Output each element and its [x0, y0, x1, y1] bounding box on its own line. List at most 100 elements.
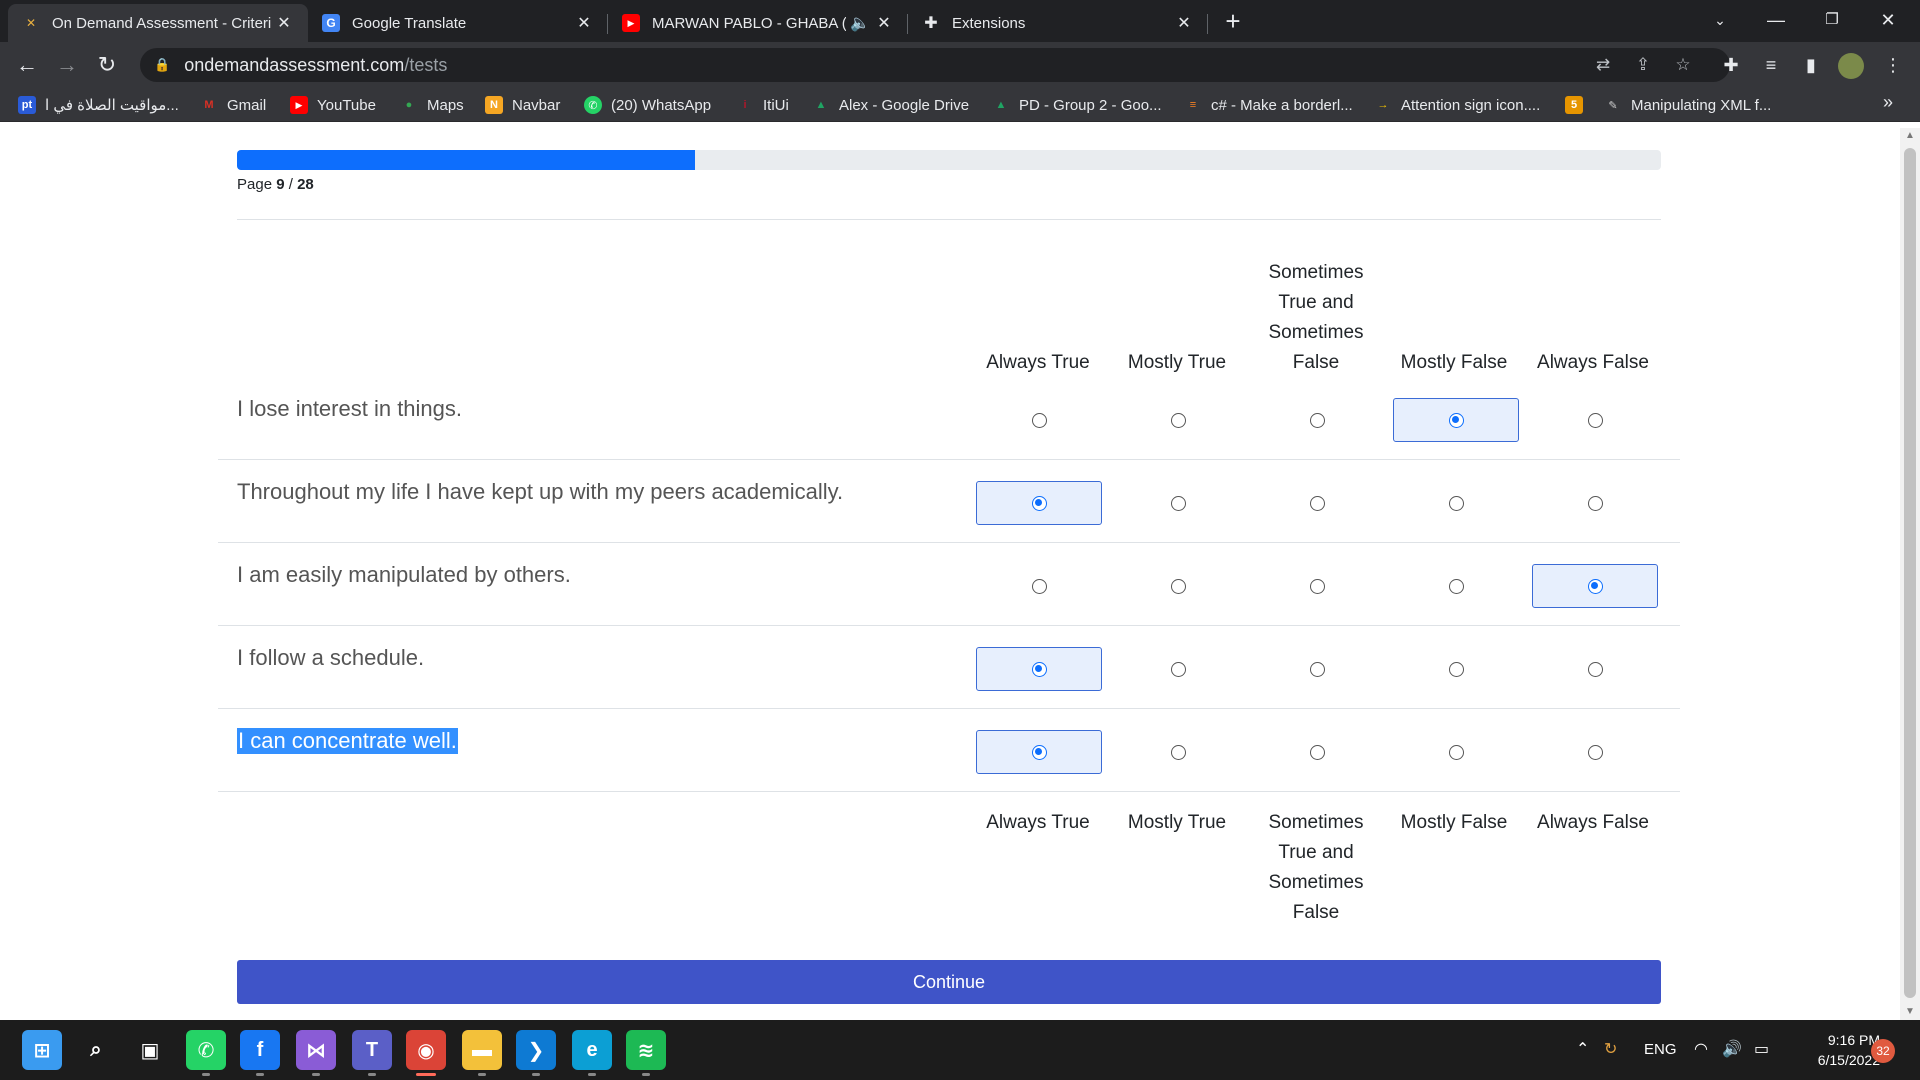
bookmark-itiui[interactable]: i ItiUi	[736, 94, 788, 116]
side-panel-icon[interactable]: ▮	[1796, 50, 1826, 80]
minimize-button[interactable]: —	[1748, 0, 1804, 40]
tab-youtube-music[interactable]: ▶ MARWAN PABLO - GHABA ( 🔈 ✕	[608, 4, 908, 42]
close-tab-icon[interactable]: ✕	[1174, 13, 1194, 33]
address-bar[interactable]: 🔒 ondemandassessment.com /tests ⇄ ⇪ ☆	[140, 48, 1730, 82]
radio-button[interactable]	[1031, 744, 1047, 760]
system-clock[interactable]: 9:16 PM 6/15/2022	[1780, 1030, 1880, 1070]
answer-option[interactable]	[1254, 647, 1380, 691]
volume-icon[interactable]: 🔊	[1722, 1020, 1742, 1080]
search-icon[interactable]: ⌕	[76, 1030, 116, 1070]
radio-button[interactable]	[1587, 412, 1603, 428]
tab-on-demand-assessment[interactable]: ✕ On Demand Assessment - Criteri ✕	[8, 4, 308, 42]
facebook-icon[interactable]: f	[240, 1030, 280, 1076]
radio-button[interactable]	[1448, 412, 1464, 428]
close-window-button[interactable]: ✕	[1860, 0, 1916, 40]
bookmark-star-icon[interactable]: ☆	[1668, 48, 1698, 82]
radio-button[interactable]	[1031, 495, 1047, 511]
answer-option[interactable]	[1254, 481, 1380, 525]
bookmark-prayer-times[interactable]: pt مواقيت الصلاة في ا...	[18, 94, 179, 116]
bookmark-gmail[interactable]: M Gmail	[200, 94, 266, 116]
answer-option[interactable]	[1532, 481, 1658, 525]
radio-button[interactable]	[1170, 578, 1186, 594]
answer-option[interactable]	[976, 730, 1102, 774]
continue-button[interactable]: Continue	[237, 960, 1661, 1004]
close-tab-icon[interactable]: ✕	[874, 13, 894, 33]
translate-icon[interactable]: ⇄	[1588, 48, 1618, 82]
vscode-icon[interactable]: ❯	[516, 1030, 556, 1076]
radio-button[interactable]	[1448, 495, 1464, 511]
answer-option[interactable]	[1393, 564, 1519, 608]
bookmark-manipulating-xml[interactable]: ✎ Manipulating XML f...	[1604, 94, 1771, 116]
bookmark-pd-group[interactable]: ▲ PD - Group 2 - Goo...	[992, 94, 1162, 116]
tab-google-translate[interactable]: G Google Translate ✕	[308, 4, 608, 42]
back-button[interactable]: ←	[12, 50, 42, 80]
task-view-icon[interactable]: ▣	[130, 1030, 170, 1070]
file-explorer-icon[interactable]: ▬	[462, 1030, 502, 1076]
bookmark-number-five[interactable]: 5	[1565, 94, 1592, 116]
answer-option[interactable]	[1254, 730, 1380, 774]
extensions-puzzle-icon[interactable]: ✚	[1716, 50, 1746, 80]
answer-option[interactable]	[1393, 647, 1519, 691]
answer-option[interactable]	[1393, 730, 1519, 774]
bookmark-whatsapp[interactable]: ✆ (20) WhatsApp	[584, 94, 711, 116]
chrome-icon[interactable]: ◉	[406, 1030, 446, 1076]
media-controls-icon[interactable]: ≡	[1756, 50, 1786, 80]
whatsapp-icon[interactable]: ✆	[186, 1030, 226, 1076]
answer-option[interactable]	[1115, 730, 1241, 774]
radio-button[interactable]	[1587, 744, 1603, 760]
radio-button[interactable]	[1587, 578, 1603, 594]
bookmark-maps[interactable]: ● Maps	[400, 94, 464, 116]
radio-button[interactable]	[1031, 661, 1047, 677]
answer-option[interactable]	[1532, 647, 1658, 691]
radio-button[interactable]	[1309, 661, 1325, 677]
language-indicator[interactable]: ENG	[1644, 1020, 1677, 1080]
restore-button[interactable]: ❐	[1804, 0, 1860, 40]
close-tab-icon[interactable]: ✕	[574, 13, 594, 33]
bookmark-alex-drive[interactable]: ▲ Alex - Google Drive	[812, 94, 970, 116]
show-hidden-icons-chevron-icon[interactable]: ⌃	[1576, 1020, 1589, 1080]
wifi-icon[interactable]: ◠	[1694, 1020, 1708, 1080]
bookmark-youtube[interactable]: ▶ YouTube	[290, 94, 376, 116]
radio-button[interactable]	[1448, 578, 1464, 594]
close-tab-icon[interactable]: ✕	[274, 13, 294, 33]
forward-button[interactable]: →	[52, 50, 82, 80]
radio-button[interactable]	[1031, 578, 1047, 594]
sync-icon[interactable]: ↻	[1604, 1020, 1617, 1080]
radio-button[interactable]	[1170, 412, 1186, 428]
radio-button[interactable]	[1448, 661, 1464, 677]
answer-option[interactable]	[976, 398, 1102, 442]
radio-button[interactable]	[1309, 495, 1325, 511]
answer-option[interactable]	[1393, 481, 1519, 525]
profile-avatar[interactable]	[1838, 53, 1864, 79]
visual-studio-icon[interactable]: ⋈	[296, 1030, 336, 1076]
radio-button[interactable]	[1031, 412, 1047, 428]
radio-button[interactable]	[1309, 412, 1325, 428]
windows-start-icon[interactable]: ⊞	[22, 1030, 62, 1070]
answer-option[interactable]	[1254, 398, 1380, 442]
tab-extensions[interactable]: ✚ Extensions ✕	[908, 4, 1208, 42]
scroll-down-arrow-icon[interactable]: ▼	[1900, 1004, 1920, 1020]
menu-kebab-icon[interactable]: ⋮	[1878, 50, 1908, 80]
radio-button[interactable]	[1170, 661, 1186, 677]
answer-option[interactable]	[1254, 564, 1380, 608]
share-icon[interactable]: ⇪	[1628, 48, 1658, 82]
tab-search-chevron-icon[interactable]: ⌄	[1692, 0, 1748, 40]
answer-option[interactable]	[1532, 730, 1658, 774]
answer-option[interactable]	[1115, 398, 1241, 442]
teams-icon[interactable]: T	[352, 1030, 392, 1076]
radio-button[interactable]	[1587, 661, 1603, 677]
answer-option[interactable]	[1115, 564, 1241, 608]
scroll-up-arrow-icon[interactable]: ▲	[1900, 128, 1920, 144]
answer-option[interactable]	[976, 647, 1102, 691]
edge-icon[interactable]: e	[572, 1030, 612, 1076]
radio-button[interactable]	[1587, 495, 1603, 511]
bookmark-attention-sign[interactable]: → Attention sign icon....	[1374, 94, 1541, 116]
answer-option[interactable]	[1532, 564, 1658, 608]
battery-icon[interactable]: ▭	[1754, 1020, 1769, 1080]
radio-button[interactable]	[1170, 495, 1186, 511]
answer-option[interactable]	[1115, 481, 1241, 525]
page-scrollbar[interactable]: ▲ ▼	[1900, 128, 1920, 1020]
reload-button[interactable]: ↻	[92, 50, 122, 80]
radio-button[interactable]	[1170, 744, 1186, 760]
radio-button[interactable]	[1448, 744, 1464, 760]
